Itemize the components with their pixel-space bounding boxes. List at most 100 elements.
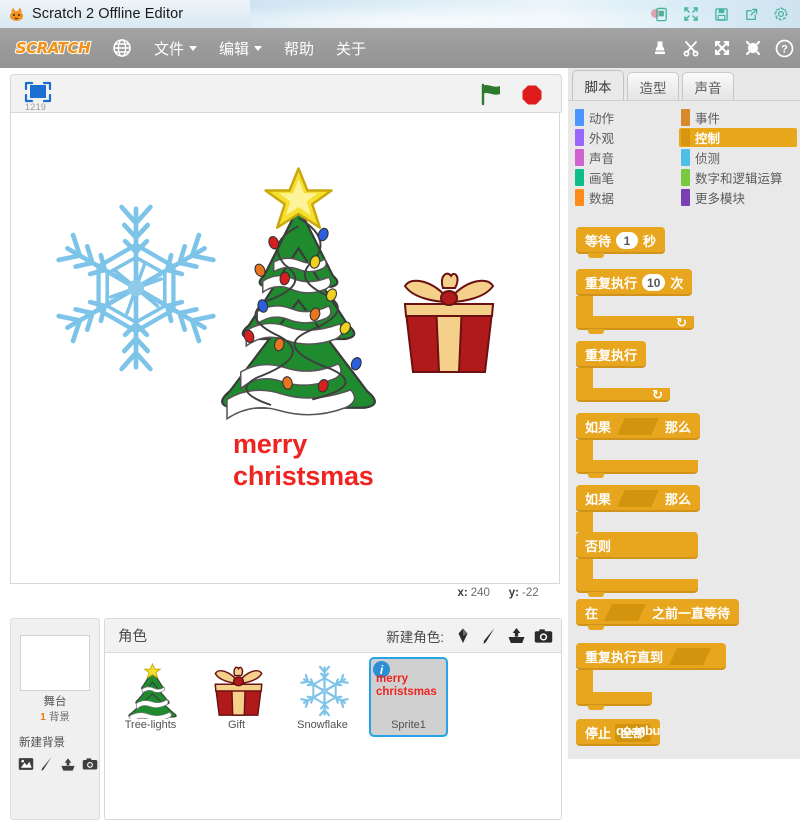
block-forever-body[interactable]: 重复执行 bbox=[576, 341, 647, 368]
block-repeat-body[interactable]: 重复执行 10 次 bbox=[576, 269, 693, 296]
block-if-then-body[interactable]: 如果 那么 bbox=[576, 413, 701, 440]
share-export-icon[interactable] bbox=[736, 2, 766, 26]
category-operators[interactable]: 数字和逻辑运算 bbox=[679, 168, 797, 187]
mouse-coordinates: x: 240 y: -22 bbox=[10, 582, 560, 604]
sprite-item-sprite1[interactable]: i merry christsmas Sprite1 bbox=[369, 657, 448, 737]
block-c-foot bbox=[576, 579, 698, 597]
sprite-area: 舞台 1 背景 新建背景 角色 新建角色: Tree-lights Gift S… bbox=[0, 614, 568, 826]
category-swatch bbox=[575, 189, 584, 206]
block-stop[interactable]: 停止 全部 quanbu bbox=[576, 719, 660, 746]
block-wait-until-body[interactable]: 在 之前一直等待 bbox=[576, 599, 740, 630]
menu-item-edit-label: 编辑 bbox=[219, 40, 250, 58]
category-looks[interactable]: 外观 bbox=[573, 128, 679, 147]
sprite-mini-text-line2: christsmas bbox=[376, 686, 437, 699]
block-forever[interactable]: 重复执行 ↻ bbox=[576, 341, 670, 402]
stage-backdrop-thumbnail[interactable] bbox=[20, 635, 90, 691]
tab-costumes[interactable]: 造型 bbox=[627, 72, 679, 100]
block-wait[interactable]: 等待 1 秒 bbox=[576, 227, 666, 258]
tab-sounds-label: 声音 bbox=[694, 80, 722, 96]
new-backdrop-label: 新建背景 bbox=[19, 737, 65, 749]
menu-item-file-label: 文件 bbox=[154, 40, 185, 58]
fullscreen-toggle-icon[interactable] bbox=[21, 80, 55, 104]
grow-icon[interactable] bbox=[712, 38, 732, 58]
sprite-panel-title: 角色 bbox=[118, 629, 147, 645]
category-more-blocks[interactable]: 更多模块 bbox=[679, 188, 797, 207]
gear-settings-icon[interactable] bbox=[766, 2, 796, 26]
shrink-icon[interactable] bbox=[743, 38, 763, 58]
category-label: 控制 bbox=[695, 132, 721, 146]
panel-tabs: 脚本 造型 声音 bbox=[568, 68, 800, 100]
block-repeat-value[interactable]: 10 bbox=[642, 274, 666, 291]
block-if-else[interactable]: 如果 那么 否则 bbox=[576, 485, 701, 597]
category-events[interactable]: 事件 bbox=[679, 108, 797, 127]
camera-backdrop-icon[interactable] bbox=[82, 756, 98, 772]
backdrop-count-number: 1 bbox=[40, 711, 46, 723]
stamp-duplicate-icon[interactable] bbox=[650, 38, 670, 58]
help-icon[interactable]: ? bbox=[774, 38, 794, 58]
christmas-tree-sprite bbox=[186, 163, 411, 438]
sprite-list-panel: 角色 新建角色: Tree-lights Gift Snowflake i me… bbox=[104, 618, 562, 820]
upload-backdrop-icon[interactable] bbox=[60, 756, 76, 772]
block-stop-body[interactable]: 停止 全部 quanbu bbox=[576, 719, 660, 746]
sprite-label: Sprite1 bbox=[391, 719, 426, 731]
scratch-logo[interactable]: SCRATCH bbox=[14, 38, 92, 59]
block-repeatuntil-pre: 重复执行直到 bbox=[585, 650, 664, 665]
category-motion[interactable]: 动作 bbox=[573, 108, 679, 127]
sprite-label: Snowflake bbox=[297, 719, 348, 731]
block-wait-body[interactable]: 等待 1 秒 bbox=[576, 227, 666, 258]
boolean-slot[interactable] bbox=[604, 604, 646, 621]
green-flag-icon[interactable] bbox=[479, 83, 505, 106]
choose-backdrop-icon[interactable] bbox=[18, 756, 34, 772]
sprite-item-gift[interactable]: Gift bbox=[197, 657, 276, 737]
block-c-arm bbox=[576, 440, 593, 460]
fullscreen-expand-icon[interactable] bbox=[676, 2, 706, 26]
globe-language-icon[interactable] bbox=[112, 38, 132, 58]
menu-item-file[interactable]: 文件 bbox=[154, 38, 198, 59]
paint-sprite-icon[interactable] bbox=[480, 626, 499, 645]
block-repeat-post: 次 bbox=[670, 276, 684, 291]
right-panel: 脚本 造型 声音 动作 事件 外观 控制 声音 侦测 画笔 数字和逻辑运算 数据… bbox=[568, 68, 800, 759]
category-sound[interactable]: 声音 bbox=[573, 148, 679, 167]
category-control[interactable]: 控制 bbox=[679, 128, 797, 147]
block-else-body[interactable]: 否则 bbox=[576, 532, 698, 559]
menu-item-help[interactable]: 帮助 bbox=[284, 38, 314, 59]
block-repeat[interactable]: 重复执行 10 次 ↻ bbox=[576, 269, 694, 334]
block-notch bbox=[588, 705, 604, 710]
camera-sprite-icon[interactable] bbox=[534, 626, 553, 645]
stop-sign-icon[interactable] bbox=[521, 84, 543, 106]
window-titlebar: Scratch 2 Offline Editor bbox=[0, 0, 800, 29]
category-data[interactable]: 数据 bbox=[573, 188, 679, 207]
block-wait-post: 秒 bbox=[643, 234, 657, 249]
block-notch bbox=[588, 253, 604, 258]
category-label: 数据 bbox=[589, 192, 615, 206]
sprite-item-snowflake[interactable]: Snowflake bbox=[283, 657, 362, 737]
save-floppy-icon[interactable] bbox=[706, 2, 736, 26]
boolean-slot[interactable] bbox=[617, 490, 659, 507]
boolean-slot[interactable] bbox=[669, 648, 711, 665]
stage-selector-panel[interactable]: 舞台 1 背景 新建背景 bbox=[10, 618, 100, 820]
menu-item-edit[interactable]: 编辑 bbox=[219, 38, 263, 59]
menu-item-about[interactable]: 关于 bbox=[336, 38, 366, 59]
menu-toolbar: ? bbox=[650, 28, 794, 68]
block-notch bbox=[588, 592, 604, 597]
category-pen[interactable]: 画笔 bbox=[573, 168, 679, 187]
block-repeat-until-body[interactable]: 重复执行直到 bbox=[576, 643, 727, 670]
choose-sprite-icon[interactable] bbox=[453, 626, 472, 645]
menu-bar: SCRATCH 文件 编辑 帮助 关于 ? bbox=[0, 28, 800, 68]
boolean-slot[interactable] bbox=[617, 418, 659, 435]
block-if-then[interactable]: 如果 那么 bbox=[576, 413, 701, 478]
new-backdrop-icons bbox=[18, 753, 98, 775]
block-repeat-until[interactable]: 重复执行直到 bbox=[576, 643, 727, 710]
device-icon[interactable] bbox=[646, 2, 676, 26]
sprite-item-tree-lights[interactable]: Tree-lights bbox=[111, 657, 190, 737]
block-wait-value[interactable]: 1 bbox=[616, 232, 639, 249]
paint-backdrop-icon[interactable] bbox=[40, 756, 54, 772]
scissors-cut-icon[interactable] bbox=[681, 38, 701, 58]
block-if-else-body[interactable]: 如果 那么 bbox=[576, 485, 701, 512]
block-wait-until[interactable]: 在 之前一直等待 bbox=[576, 599, 740, 630]
stage-canvas[interactable]: merry christsmas bbox=[10, 112, 560, 584]
category-sensing[interactable]: 侦测 bbox=[679, 148, 797, 167]
tab-sounds[interactable]: 声音 bbox=[682, 72, 734, 100]
tab-scripts[interactable]: 脚本 bbox=[572, 70, 624, 100]
upload-sprite-icon[interactable] bbox=[507, 626, 526, 645]
